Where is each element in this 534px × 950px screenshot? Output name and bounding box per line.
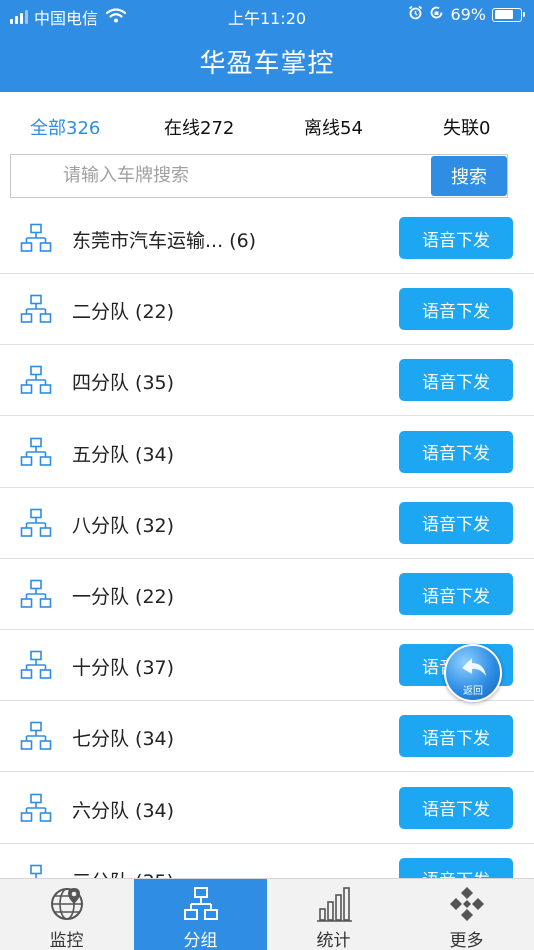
org-tree-icon <box>184 887 218 920</box>
org-tree-icon <box>20 223 52 253</box>
diamond-grid-icon <box>450 887 484 921</box>
tab-more[interactable]: 更多 <box>400 879 534 950</box>
group-name: 八分队 (32) <box>72 514 175 537</box>
group-row[interactable]: 二分队 (22) 语音下发 <box>0 274 534 346</box>
status-bar: 中国电信 上午11:20 69% <box>0 0 534 30</box>
group-row[interactable]: 三分队 (35) 语音下发 <box>0 843 534 878</box>
bar-chart-icon <box>317 887 352 922</box>
tab-group-label: 分组 <box>183 931 218 950</box>
status-right: 69% <box>408 5 525 24</box>
back-label: 返回 <box>463 686 483 697</box>
voice-send-button[interactable]: 语音下发 <box>399 359 513 402</box>
filter-all[interactable]: 全部326 <box>30 114 100 140</box>
battery-percent: 69% <box>450 5 486 24</box>
org-tree-icon <box>20 579 52 609</box>
org-tree-icon <box>20 793 52 823</box>
voice-send-button[interactable]: 语音下发 <box>399 501 513 544</box>
tab-more-label: 更多 <box>449 931 484 950</box>
group-name: 三分队 (35) <box>72 867 174 878</box>
group-row[interactable]: 七分队 (34) 语音下发 <box>0 701 534 773</box>
org-tree-icon <box>20 864 52 878</box>
alarm-icon <box>408 5 423 24</box>
org-tree-icon <box>20 365 52 395</box>
org-tree-icon <box>20 508 52 538</box>
tab-group[interactable]: 分组 <box>134 879 267 950</box>
group-row[interactable]: 八分队 (32) 语音下发 <box>0 487 534 559</box>
back-arrow-icon <box>462 658 486 676</box>
group-row[interactable]: 一分队 (22) 语音下发 <box>0 559 534 630</box>
group-list: 东莞市汽车运输... (6) 语音下发 二分队 (22) 语音下发 四分队 (35) 语音… <box>0 203 534 878</box>
page-title: 华盈车掌控 <box>199 49 335 79</box>
group-name: 七分队 (34) <box>72 728 175 751</box>
org-tree-icon <box>20 294 52 324</box>
voice-send-button[interactable]: 语音下发 <box>399 288 513 331</box>
group-name: 东莞市汽车运输... (6) <box>72 230 257 252</box>
voice-send-button[interactable]: 语音下发 <box>399 573 513 615</box>
voice-send-button[interactable]: 语音下发 <box>399 786 513 829</box>
filter-online[interactable]: 在线272 <box>164 114 234 140</box>
voice-send-button[interactable]: 语音下发 <box>399 715 513 758</box>
voice-send-button[interactable]: 语音下发 <box>399 217 513 259</box>
group-name: 六分队 (34) <box>72 799 175 822</box>
search-bar: 搜索 <box>10 154 508 198</box>
voice-send-button[interactable]: 语音下发 <box>399 857 513 878</box>
globe-pin-icon <box>51 888 83 920</box>
group-name: 一分队 (22) <box>72 586 175 608</box>
floating-back-button[interactable]: 返回 <box>444 644 502 702</box>
org-tree-icon <box>20 650 52 680</box>
voice-send-button[interactable]: 语音下发 <box>399 430 513 473</box>
tab-monitor-label: 监控 <box>49 931 84 950</box>
group-row[interactable]: 六分队 (34) 语音下发 <box>0 772 534 844</box>
tab-statistics-label: 统计 <box>316 931 351 950</box>
org-tree-icon <box>20 437 52 467</box>
battery-icon <box>492 7 525 22</box>
plate-search-input[interactable] <box>63 155 423 196</box>
app-header: 中国电信 上午11:20 69% 华盈车掌控 <box>0 0 534 92</box>
group-row[interactable]: 东莞市汽车运输... (6) 语音下发 <box>0 203 534 274</box>
group-row[interactable]: 五分队 (34) 语音下发 <box>0 416 534 488</box>
search-button[interactable]: 搜索 <box>431 156 507 196</box>
filter-offline[interactable]: 离线54 <box>304 114 363 140</box>
group-name: 五分队 (34) <box>72 443 175 466</box>
group-name: 二分队 (22) <box>72 301 175 324</box>
status-filter-tabs: 全部326 在线272 离线54 失联0 <box>0 104 534 148</box>
orientation-lock-icon <box>429 5 444 24</box>
tab-statistics[interactable]: 统计 <box>267 879 400 950</box>
org-tree-icon <box>20 721 52 751</box>
group-name: 十分队 (37) <box>72 657 175 680</box>
filter-lost[interactable]: 失联0 <box>443 114 490 140</box>
group-name: 四分队 (35) <box>72 372 175 395</box>
bottom-tab-bar: 监控 分组 统计 更多 <box>0 878 534 950</box>
group-row[interactable]: 四分队 (35) 语音下发 <box>0 345 534 417</box>
tab-monitor[interactable]: 监控 <box>0 879 133 950</box>
